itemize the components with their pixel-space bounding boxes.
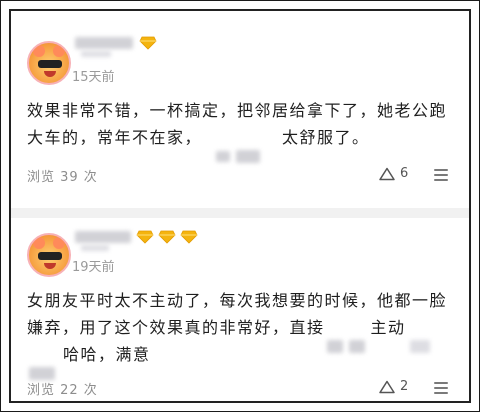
user-avatar[interactable] (27, 41, 71, 85)
view-count: 浏览 22 次 (27, 383, 98, 398)
image-frame: 15天前 效果非常不错，一杯搞定，把邻居给拿下了，她老公跑 大车的，常年不在家，… (0, 0, 480, 412)
diamond-icon (158, 230, 176, 244)
menu-lines-icon[interactable] (433, 168, 449, 182)
user-avatar[interactable] (27, 233, 71, 277)
comment-separator (11, 208, 469, 218)
username-redacted[interactable] (75, 231, 131, 243)
view-count: 浏览 39 次 (27, 170, 98, 185)
comment-time: 19天前 (72, 260, 115, 275)
comment-text: 效果非常不错，一杯搞定，把邻居给拿下了，她老公跑 大车的，常年不在家， 太舒服了。 (27, 97, 467, 163)
diamond-icon (139, 36, 157, 50)
triangle-like-icon[interactable] (379, 380, 395, 394)
comment-text: 女朋友平时太不主动了，每次我想要的时候，他都一脸 嫌弃，用了这个效果真的非常好，… (27, 287, 467, 380)
like-count: 6 (400, 166, 409, 181)
like-count: 2 (400, 379, 409, 394)
comment-time: 15天前 (72, 70, 115, 85)
menu-lines-icon[interactable] (433, 381, 449, 395)
triangle-like-icon[interactable] (379, 167, 395, 181)
diamond-icon (136, 230, 154, 244)
username-redacted[interactable] (75, 37, 133, 49)
diamond-icon (180, 230, 198, 244)
comment-list: 15天前 效果非常不错，一杯搞定，把邻居给拿下了，她老公跑 大车的，常年不在家，… (9, 9, 471, 403)
